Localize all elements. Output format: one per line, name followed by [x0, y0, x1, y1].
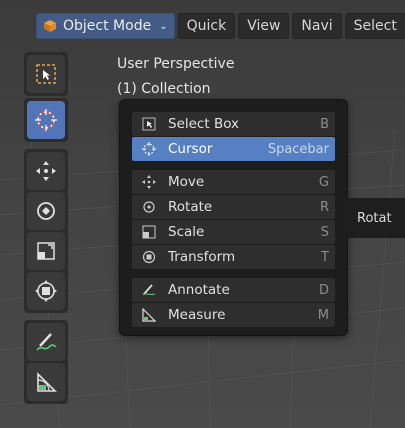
menu-item-select-box[interactable]: Select Box B	[132, 112, 335, 136]
chevron-down-icon: ⌄	[159, 20, 168, 32]
menu-item-label: Rotate	[168, 199, 213, 215]
collection-label: (1) Collection	[117, 81, 211, 97]
menu-item-cursor[interactable]: Cursor Spacebar	[132, 137, 335, 161]
view-menu[interactable]: View	[238, 13, 290, 39]
menu-item-label: Cursor	[168, 141, 213, 157]
shortcut-label: G	[318, 174, 329, 190]
menu-item-annotate[interactable]: Annotate D	[132, 278, 335, 302]
transform-icon	[35, 280, 57, 302]
shortcut-label: S	[320, 224, 329, 240]
tool-rotate[interactable]	[27, 192, 65, 230]
rotate-icon	[141, 199, 157, 215]
tooltip: Rotat	[344, 198, 405, 238]
menu-item-label: Annotate	[168, 282, 230, 298]
tool-scale[interactable]	[27, 232, 65, 270]
menu-item-transform[interactable]: Transform T	[132, 245, 335, 269]
select-menu[interactable]: Select	[344, 13, 405, 39]
annotate-icon	[141, 282, 157, 298]
menu-item-label: Transform	[168, 249, 236, 265]
scale-icon	[37, 242, 55, 260]
menu-item-label: Measure	[168, 307, 226, 323]
shortcut-label: R	[319, 199, 329, 215]
tooltip-text: Rotat	[357, 210, 392, 226]
menu-group-select: Select Box B Cursor Spacebar	[132, 112, 335, 162]
menu-item-label: Scale	[168, 224, 205, 240]
menu-group-transform: Move G Rotate R Scale S Transform T	[132, 170, 335, 270]
view-perspective-label: User Perspective	[117, 56, 235, 72]
menu-item-move[interactable]: Move G	[132, 170, 335, 194]
measure-icon	[141, 307, 157, 323]
move-icon	[36, 161, 56, 181]
tool-select-box[interactable]	[27, 55, 65, 93]
menu-item-label: Move	[168, 174, 205, 190]
menu-item-label: Select Box	[168, 116, 240, 132]
menu-item-rotate[interactable]: Rotate R	[132, 195, 335, 219]
cursor-icon	[141, 141, 157, 157]
shortcut-label: T	[321, 249, 329, 265]
select-box-icon	[36, 64, 56, 84]
cursor-icon	[35, 109, 57, 131]
tool-annotate[interactable]	[27, 323, 65, 361]
scale-icon	[141, 224, 157, 240]
shortcut-label: Spacebar	[267, 141, 329, 157]
menu-group-measure: Annotate D Measure M	[132, 278, 335, 328]
object-cube-icon	[43, 19, 57, 33]
rotate-icon	[37, 202, 55, 220]
annotate-icon	[36, 333, 57, 351]
shortcut-label: B	[320, 116, 329, 132]
3d-viewport[interactable]: Object Mode ⌄ Quick View Navi Select Use…	[0, 0, 405, 428]
tool-transform[interactable]	[27, 272, 65, 310]
transform-icon	[141, 249, 157, 265]
select-box-icon	[141, 116, 157, 132]
move-icon	[141, 174, 157, 190]
menu-item-measure[interactable]: Measure M	[132, 303, 335, 327]
tool-shelf	[24, 52, 68, 411]
tool-popup-menu: Select Box B Cursor Spacebar Move G Rota…	[119, 99, 348, 336]
measure-icon	[37, 372, 57, 392]
shortcut-label: M	[317, 307, 329, 323]
mode-label: Object Mode	[63, 18, 152, 34]
tool-measure[interactable]	[27, 363, 65, 401]
shortcut-label: D	[318, 282, 329, 298]
menu-item-scale[interactable]: Scale S	[132, 220, 335, 244]
header-bar: Object Mode ⌄ Quick View Navi Select	[36, 13, 405, 39]
quick-menu[interactable]: Quick	[177, 13, 236, 39]
mode-dropdown[interactable]: Object Mode ⌄	[36, 13, 175, 39]
tool-move[interactable]	[27, 152, 65, 190]
navigation-menu[interactable]: Navi	[292, 13, 342, 39]
tool-cursor[interactable]	[27, 101, 65, 139]
